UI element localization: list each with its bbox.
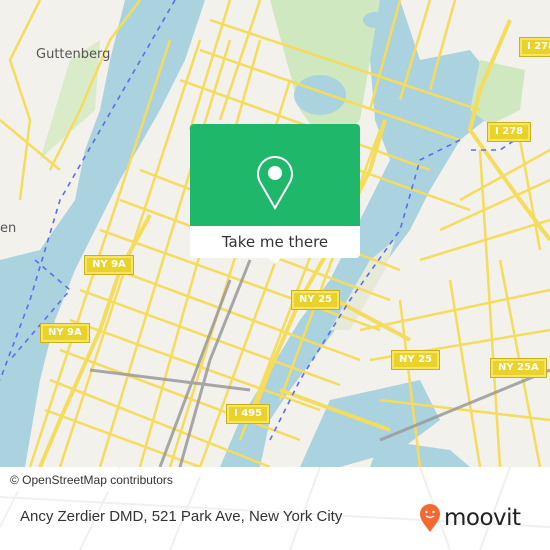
rail-line — [89, 368, 251, 392]
road-shield-ny9a: NY 9A — [84, 255, 134, 275]
road-shield-ny9a: NY 9A — [40, 323, 90, 343]
moovit-logo[interactable]: moovit — [419, 503, 521, 533]
moovit-wordmark: moovit — [444, 505, 521, 531]
take-me-there-button[interactable]: Take me there — [190, 226, 360, 258]
pond — [363, 12, 387, 28]
reservoir — [294, 75, 346, 115]
map-pin-icon — [257, 156, 293, 210]
road-shield-ny25: NY 25 — [290, 290, 341, 310]
map-view[interactable]: Guttenberg en I 278 I 278 NY 9A NY 9A NY… — [0, 0, 550, 467]
moovit-pin-icon — [420, 504, 440, 532]
popup-header — [190, 124, 360, 226]
map-attribution[interactable]: © OpenStreetMap contributors — [0, 468, 183, 492]
hudson-river — [0, 0, 205, 467]
popup-pointer — [268, 257, 282, 264]
road-shield-i278: I 278 — [518, 37, 550, 57]
place-label-guttenberg: Guttenberg — [36, 47, 111, 62]
road-shield-i495: I 495 — [225, 404, 271, 424]
location-popup: Take me there — [190, 124, 360, 264]
road-shield-ny25a: NY 25A — [490, 358, 547, 378]
road-shield-ny25: NY 25 — [390, 350, 441, 370]
place-label-hoboken: en — [0, 221, 17, 236]
location-address: Ancy Zerdier DMD, 521 Park Ave, New York… — [20, 508, 343, 525]
road-shield-i278: I 278 — [486, 122, 532, 142]
